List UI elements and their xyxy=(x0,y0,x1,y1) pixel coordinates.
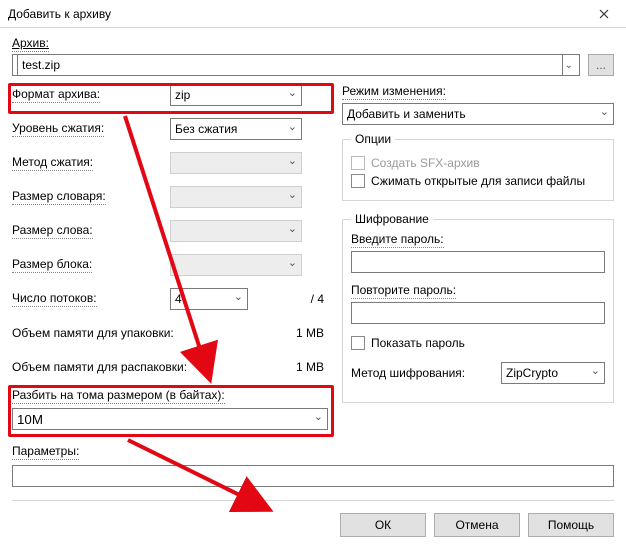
close-button[interactable] xyxy=(582,0,626,28)
dict-label: Размер словаря: xyxy=(12,189,106,205)
compress-open-label: Сжимать открытые для записи файлы xyxy=(371,174,585,188)
level-label: Уровень сжатия: xyxy=(12,121,104,137)
browse-button[interactable]: ... xyxy=(588,54,614,76)
params-input[interactable] xyxy=(12,465,614,487)
mem-pack-value: 1 MB xyxy=(174,326,328,340)
help-button[interactable]: Помощь xyxy=(528,513,614,537)
method-select xyxy=(170,152,302,174)
window-title: Добавить к архиву xyxy=(8,7,111,21)
titlebar: Добавить к архиву xyxy=(0,0,626,28)
word-label: Размер слова: xyxy=(12,223,93,239)
pwd2-input[interactable] xyxy=(351,302,605,324)
split-label: Разбить на тома размером (в байтах): xyxy=(12,388,225,404)
show-pwd-label: Показать пароль xyxy=(371,336,465,350)
sfx-label: Создать SFX-архив xyxy=(371,156,480,170)
mode-select[interactable]: Добавить и заменить xyxy=(342,103,614,125)
chevron-down-icon: ⌄ xyxy=(563,60,575,71)
cancel-button[interactable]: Отмена xyxy=(434,513,520,537)
mode-label: Режим изменения: xyxy=(342,84,446,100)
show-pwd-checkbox[interactable] xyxy=(351,336,365,350)
format-select[interactable]: zip xyxy=(170,84,302,106)
block-select xyxy=(170,254,302,276)
split-input[interactable] xyxy=(12,408,328,430)
dict-select xyxy=(170,186,302,208)
options-group: Опции Создать SFX-архив Сжимать открытые… xyxy=(342,139,614,201)
block-label: Размер блока: xyxy=(12,257,92,273)
ok-button[interactable]: ОК xyxy=(340,513,426,537)
mem-pack-label: Объем памяти для упаковки: xyxy=(12,326,174,340)
mem-unpack-label: Объем памяти для распаковки: xyxy=(12,360,187,374)
level-select[interactable]: Без сжатия xyxy=(170,118,302,140)
params-label: Параметры: xyxy=(12,444,79,460)
pwd-label: Введите пароль: xyxy=(351,232,444,248)
sfx-checkbox xyxy=(351,156,365,170)
word-select xyxy=(170,220,302,242)
enc-method-select[interactable]: ZipCrypto xyxy=(501,362,605,384)
mem-unpack-value: 1 MB xyxy=(187,360,328,374)
archive-input-wrap[interactable]: ⌄ xyxy=(12,54,580,76)
method-label: Метод сжатия: xyxy=(12,155,93,171)
encryption-legend: Шифрование xyxy=(351,212,433,226)
format-label: Формат архива: xyxy=(12,87,100,103)
pwd-input[interactable] xyxy=(351,251,605,273)
encryption-group: Шифрование Введите пароль: Повторите пар… xyxy=(342,219,614,403)
enc-method-label: Метод шифрования: xyxy=(351,366,501,380)
separator xyxy=(12,500,614,501)
archive-input[interactable] xyxy=(17,54,563,76)
pwd2-label: Повторите пароль: xyxy=(351,283,456,299)
close-icon xyxy=(599,9,609,19)
options-legend: Опции xyxy=(351,132,395,146)
threads-max: / 4 xyxy=(248,292,328,306)
compress-open-checkbox[interactable] xyxy=(351,174,365,188)
threads-select[interactable]: 4 xyxy=(170,288,248,310)
archive-label: Архив: xyxy=(12,36,49,52)
threads-label: Число потоков: xyxy=(12,291,97,307)
